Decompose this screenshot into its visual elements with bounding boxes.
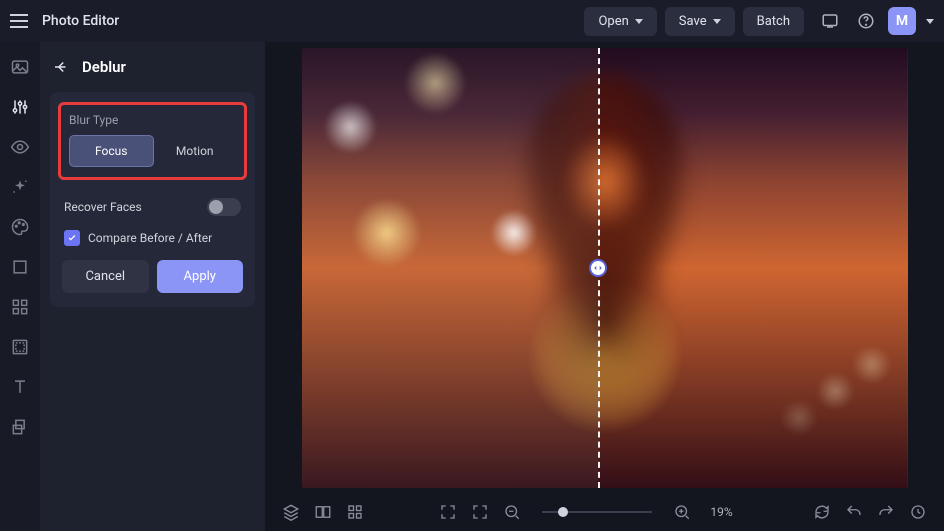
grid-icon[interactable] bbox=[345, 502, 365, 522]
refresh-icon[interactable] bbox=[812, 502, 832, 522]
fullscreen-icon[interactable] bbox=[438, 502, 458, 522]
canvas-area: 19% bbox=[265, 42, 944, 531]
zoom-value: 19% bbox=[710, 505, 732, 519]
main: Deblur Blur Type Focus Motion Recover Fa… bbox=[0, 42, 944, 531]
recover-faces-row: Recover Faces bbox=[62, 190, 243, 224]
bottom-toolbar: 19% bbox=[265, 492, 944, 531]
image-preview[interactable] bbox=[302, 48, 908, 488]
canvas bbox=[265, 42, 944, 492]
avatar-letter: M bbox=[896, 13, 908, 29]
zoom-out-icon[interactable] bbox=[502, 502, 522, 522]
blur-type-segmented: Focus Motion bbox=[69, 135, 236, 167]
open-button[interactable]: Open bbox=[584, 7, 656, 36]
history-icon[interactable] bbox=[908, 502, 928, 522]
side-panel: Deblur Blur Type Focus Motion Recover Fa… bbox=[40, 42, 265, 531]
undo-icon[interactable] bbox=[844, 502, 864, 522]
topbar: Photo Editor Open Save Batch M bbox=[0, 0, 944, 42]
image-tool-icon[interactable] bbox=[9, 56, 31, 78]
blur-type-label: Blur Type bbox=[69, 113, 236, 127]
tool-rail bbox=[0, 42, 40, 531]
chevron-down-icon[interactable] bbox=[926, 19, 934, 24]
feedback-icon[interactable] bbox=[816, 7, 844, 35]
compare-row[interactable]: Compare Before / After bbox=[62, 224, 243, 260]
compare-icon[interactable] bbox=[313, 502, 333, 522]
text-tool-icon[interactable] bbox=[9, 376, 31, 398]
blur-type-highlight: Blur Type Focus Motion bbox=[58, 102, 247, 180]
recover-faces-label: Recover Faces bbox=[64, 200, 142, 214]
motion-option[interactable]: Motion bbox=[154, 135, 237, 167]
elements-tool-icon[interactable] bbox=[9, 296, 31, 318]
focus-option[interactable]: Focus bbox=[69, 135, 154, 167]
layers-icon[interactable] bbox=[281, 502, 301, 522]
adjustments-tool-icon[interactable] bbox=[9, 96, 31, 118]
menu-icon[interactable] bbox=[10, 9, 34, 33]
chevron-down-icon bbox=[635, 19, 643, 24]
sparkle-tool-icon[interactable] bbox=[9, 176, 31, 198]
visibility-tool-icon[interactable] bbox=[9, 136, 31, 158]
redo-icon[interactable] bbox=[876, 502, 896, 522]
compare-label: Compare Before / After bbox=[88, 231, 212, 245]
zoom-in-icon[interactable] bbox=[672, 502, 692, 522]
fit-icon[interactable] bbox=[470, 502, 490, 522]
batch-label: Batch bbox=[757, 14, 790, 29]
panel-title: Deblur bbox=[82, 58, 126, 76]
back-arrow-icon[interactable] bbox=[50, 56, 72, 78]
crop-tool-icon[interactable] bbox=[9, 256, 31, 278]
avatar[interactable]: M bbox=[888, 7, 916, 35]
batch-button[interactable]: Batch bbox=[743, 7, 804, 36]
deblur-card: Blur Type Focus Motion Recover Faces Com… bbox=[50, 92, 255, 307]
compare-handle[interactable] bbox=[589, 259, 607, 277]
save-button[interactable]: Save bbox=[665, 7, 735, 36]
palette-tool-icon[interactable] bbox=[9, 216, 31, 238]
frame-tool-icon[interactable] bbox=[9, 336, 31, 358]
recover-faces-toggle[interactable] bbox=[207, 198, 241, 216]
apply-button[interactable]: Apply bbox=[157, 260, 244, 293]
open-label: Open bbox=[598, 14, 628, 29]
compare-checkbox[interactable] bbox=[64, 230, 80, 246]
app-title: Photo Editor bbox=[42, 13, 119, 29]
save-label: Save bbox=[679, 14, 707, 29]
cancel-button[interactable]: Cancel bbox=[62, 260, 149, 293]
layers-tool-icon[interactable] bbox=[9, 416, 31, 438]
help-icon[interactable] bbox=[852, 7, 880, 35]
zoom-slider[interactable] bbox=[542, 511, 652, 513]
chevron-down-icon bbox=[713, 19, 721, 24]
